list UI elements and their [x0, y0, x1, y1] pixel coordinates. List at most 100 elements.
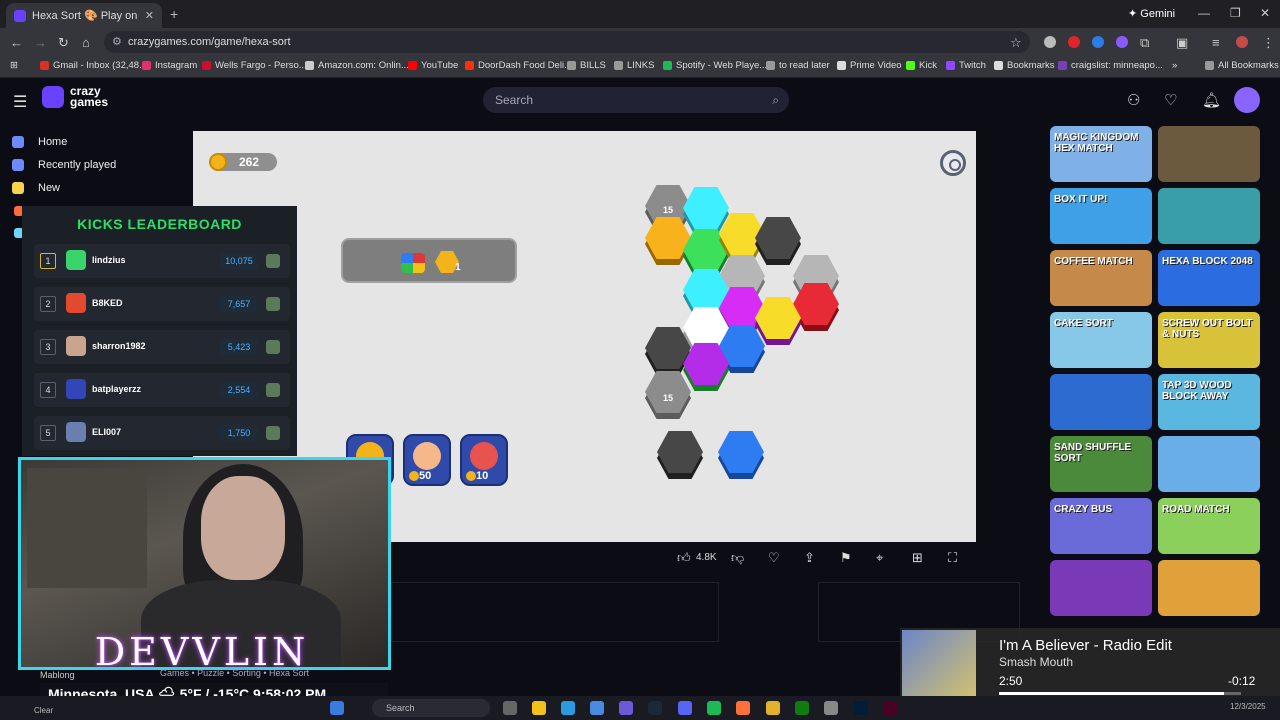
thumbnail-title: SAND SHUFFLE SORT — [1054, 442, 1132, 464]
theater-icon[interactable]: ⌖ — [876, 550, 883, 566]
app-icon[interactable] — [824, 701, 838, 715]
address-bar[interactable]: ⚙ crazygames.com/game/hexa-sort — [104, 31, 1030, 53]
game-thumbnail[interactable]: MAGIC KINGDOM HEX MATCH — [1050, 126, 1152, 182]
booster-swap[interactable]: 50 — [403, 434, 451, 486]
bookmark-item[interactable]: YouTube — [408, 60, 458, 71]
dislike-icon[interactable]: 👎︎ — [731, 550, 744, 566]
extensions-puzzle-icon[interactable]: ⧉ — [1140, 35, 1149, 51]
crazygames-logo[interactable]: crazy games — [42, 85, 120, 108]
favorites-heart-icon[interactable]: ♡ — [1164, 91, 1177, 109]
xbox-icon[interactable] — [795, 701, 809, 715]
settings-gear-icon[interactable] — [940, 150, 966, 176]
game-thumbnail[interactable]: CAKE SORT — [1050, 312, 1152, 368]
friends-icon[interactable]: ⚇ — [1127, 91, 1140, 109]
start-icon[interactable] — [330, 701, 344, 715]
reload-icon[interactable]: ↻ — [58, 35, 69, 51]
bookmark-star-icon[interactable]: ☆ — [1010, 35, 1022, 51]
minimize-icon[interactable]: — — [1198, 6, 1210, 20]
spotify-icon[interactable] — [707, 701, 721, 715]
sidebar-item-new[interactable]: New — [12, 182, 60, 194]
share-icon[interactable]: ⇪ — [804, 550, 815, 566]
menu-kebab-icon[interactable]: ⋮ — [1262, 35, 1275, 51]
forward-icon[interactable]: → — [34, 35, 47, 50]
bookmark-item[interactable]: Spotify - Web Playe... — [663, 60, 767, 71]
reading-list-icon[interactable]: ≡ — [1212, 35, 1220, 50]
indesign-icon[interactable] — [883, 701, 897, 715]
browser-tab[interactable]: Hexa Sort 🎨 Play on Crazy... ✕ — [6, 3, 162, 28]
game-thumbnail[interactable] — [1158, 188, 1260, 244]
copilot-icon[interactable] — [619, 701, 633, 715]
home-icon — [12, 136, 24, 148]
more-bookmarks-icon[interactable]: » — [1172, 60, 1177, 71]
file-explorer-icon[interactable] — [532, 701, 546, 715]
favorite-heart-icon[interactable]: ♡ — [768, 550, 780, 566]
bookmark-item[interactable]: Twitch — [946, 60, 986, 71]
steam-icon[interactable] — [648, 701, 662, 715]
gemini-button[interactable]: ✦ Gemini — [1128, 7, 1175, 20]
game-thumbnail[interactable] — [1158, 436, 1260, 492]
report-flag-icon[interactable]: ⚑ — [840, 550, 852, 566]
sidebar-item-recently-played[interactable]: Recently played — [12, 159, 116, 171]
task-view-icon[interactable] — [503, 701, 517, 715]
back-icon[interactable]: ← — [10, 35, 23, 50]
tray-hex-piece[interactable] — [718, 431, 764, 479]
firefox-icon[interactable] — [736, 701, 750, 715]
game-thumbnail[interactable] — [1050, 560, 1152, 616]
apps-grid-icon[interactable]: ⊞ — [10, 60, 18, 71]
game-thumbnail[interactable] — [1158, 560, 1260, 616]
bookmark-item[interactable]: craigslist: minneapo... — [1058, 60, 1163, 71]
bookmark-item[interactable]: Gmail - Inbox (32,48... — [40, 60, 147, 71]
discord-icon[interactable] — [678, 701, 692, 715]
home-icon[interactable]: ⌂ — [82, 35, 90, 50]
game-thumbnail[interactable]: SAND SHUFFLE SORT — [1050, 436, 1152, 492]
reward-pill[interactable]: 1 — [341, 238, 517, 283]
grid-icon[interactable]: ⊞ — [912, 550, 923, 566]
sidebar-item-home[interactable]: Home — [12, 136, 67, 148]
photoshop-icon[interactable] — [854, 701, 868, 715]
bookmark-item[interactable]: Kick — [906, 60, 937, 71]
site-info-icon[interactable]: ⚙ — [112, 31, 122, 53]
bookmark-folder[interactable]: BILLS — [567, 60, 606, 71]
store-icon[interactable] — [590, 701, 604, 715]
game-thumbnail[interactable]: BOX IT UP! — [1050, 188, 1152, 244]
restore-icon[interactable]: ❐ — [1230, 6, 1241, 20]
close-window-icon[interactable]: ✕ — [1260, 6, 1270, 20]
game-thumbnail[interactable] — [1050, 374, 1152, 430]
bookmark-folder[interactable]: LINKS — [614, 60, 654, 71]
chrome-icon[interactable] — [766, 701, 780, 715]
bookmark-item[interactable]: Amazon.com: Onlin... — [305, 60, 409, 71]
game-thumbnail[interactable]: HEXA BLOCK 2048 — [1158, 250, 1260, 306]
bookmark-item[interactable]: Wells Fargo - Perso... — [202, 60, 307, 71]
game-thumbnail[interactable]: COFFEE MATCH — [1050, 250, 1152, 306]
close-tab-icon[interactable]: ✕ — [145, 9, 154, 22]
sidepanel-icon[interactable]: ▣ — [1176, 35, 1188, 51]
bookmark-item[interactable]: Bookmarks — [994, 60, 1055, 71]
user-avatar[interactable] — [1234, 87, 1260, 113]
booster-shuffle[interactable]: 10 — [460, 434, 508, 486]
bookmark-item[interactable]: Instagram — [142, 60, 197, 71]
edge-icon[interactable] — [561, 701, 575, 715]
extension-icon[interactable] — [1092, 36, 1104, 48]
bookmark-item[interactable]: DoorDash Food Deli... — [465, 60, 572, 71]
profile-avatar-icon[interactable] — [1236, 36, 1248, 48]
game-thumbnail[interactable]: CRAZY BUS — [1050, 498, 1152, 554]
bookmark-folder[interactable]: All Bookmarks — [1205, 60, 1279, 71]
like-icon[interactable]: 👍︎ — [677, 550, 691, 566]
notifications-bell-icon[interactable]: 🔔︎ — [1202, 91, 1221, 109]
hamburger-menu-icon[interactable]: ☰ — [13, 92, 27, 112]
fullscreen-icon[interactable]: ⛶ — [948, 550, 957, 566]
extension-icon[interactable] — [1044, 36, 1056, 48]
bookmark-folder[interactable]: to read later — [766, 60, 830, 71]
extension-icon[interactable] — [1068, 36, 1080, 48]
game-thumbnail[interactable] — [1158, 126, 1260, 182]
search-icon[interactable]: ⌕ — [772, 87, 779, 113]
search-input[interactable]: Search ⌕ — [483, 87, 789, 113]
taskbar-search[interactable]: Search — [372, 699, 490, 717]
extension-icon[interactable] — [1116, 36, 1128, 48]
game-thumbnail[interactable]: TAP 3D WOOD BLOCK AWAY — [1158, 374, 1260, 430]
game-thumbnail[interactable]: ROAD MATCH — [1158, 498, 1260, 554]
bookmark-item[interactable]: Prime Video — [837, 60, 902, 71]
game-thumbnail[interactable]: SCREW OUT BOLT & NUTS — [1158, 312, 1260, 368]
tray-hex-piece[interactable] — [657, 431, 703, 479]
new-tab-icon[interactable]: + — [170, 6, 178, 22]
